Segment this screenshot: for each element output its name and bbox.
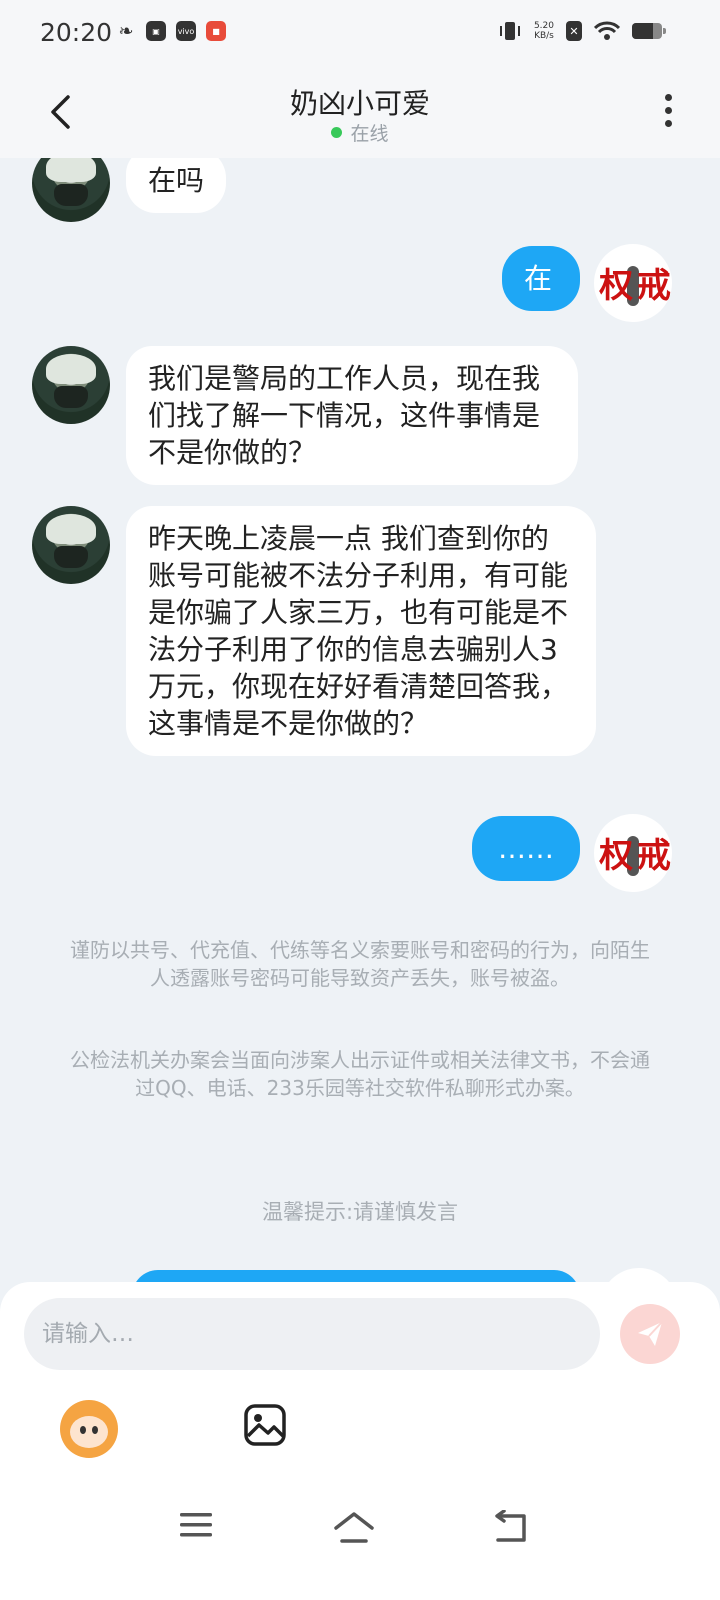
home-icon [334, 1512, 374, 1543]
status-time: 20:20 [40, 18, 113, 47]
app-icon: ■ [206, 21, 226, 41]
mascot-eye-icon [92, 1426, 98, 1434]
emoji-button[interactable] [60, 1400, 118, 1458]
my-avatar[interactable]: 权 戒 [594, 244, 672, 322]
image-icon [244, 1404, 286, 1446]
send-icon [638, 1321, 663, 1346]
contact-avatar[interactable] [32, 346, 110, 424]
image-button[interactable] [243, 1403, 287, 1447]
back-arrow-icon [495, 1509, 526, 1542]
contact-avatar[interactable] [32, 158, 110, 222]
system-nav-bar [0, 1490, 720, 1570]
chat-message-list[interactable]: 在吗 在 权 戒 我们是警局的工作人员，现在我们找了解一下情况，这件事情是不是你… [0, 158, 720, 1298]
net-speed-unit: KB/s [534, 31, 554, 41]
status-left-icons: ❧ ▣ vivo ■ [116, 20, 226, 42]
contact-name: 奶凶小可爱 [289, 87, 430, 120]
home-nav-button[interactable] [332, 1510, 376, 1550]
mascot-face-icon [70, 1416, 108, 1448]
leaf-icon: ❧ [118, 20, 134, 42]
message-bubble-incoming[interactable]: 昨天晚上凌晨一点 我们查到你的账号可能被不法分子利用，有可能是你骗了人家三万，也… [126, 506, 596, 756]
message-bubble-incoming[interactable]: 我们是警局的工作人员，现在我们找了解一下情况，这件事情是不是你做的？ [126, 346, 578, 485]
more-dot-icon [664, 94, 672, 101]
back-nav-button[interactable] [490, 1509, 534, 1550]
net-speed: 5.20 KB/s [534, 21, 554, 41]
message-input-container[interactable] [24, 1298, 600, 1370]
bag-icon: ▣ [146, 21, 166, 41]
online-dot-icon [331, 127, 343, 138]
more-options-button[interactable] [658, 94, 678, 134]
message-bubble-incoming[interactable]: 在吗 [126, 158, 227, 213]
menu-icon [180, 1513, 212, 1537]
more-dot-icon [664, 120, 672, 127]
status-bar: 20:20 ❧ ▣ vivo ■ 5.20 KB/s ✕ [0, 0, 720, 64]
mascot-eye-icon [80, 1426, 86, 1434]
x-icon: ✕ [566, 21, 582, 41]
security-notice: 谨防以共号、代充值、代练等名义索要账号和密码的行为，向陌生人透露账号密码可能导致… [70, 938, 650, 990]
status-right-icons: 5.20 KB/s ✕ [498, 20, 666, 42]
chat-header: 奶凶小可爱 在线 [0, 64, 720, 158]
wifi-icon [594, 21, 620, 40]
net-speed-value: 5.20 [533, 21, 554, 31]
security-notice: 公检法机关办案会当面向涉案人出示证件或相关法律文书，不会通过QQ、电话、233乐… [70, 1048, 650, 1100]
warm-tip: 温馨提示:请谨慎发言 [261, 1200, 459, 1224]
message-bubble-outgoing[interactable]: …… [472, 816, 580, 881]
send-button[interactable] [620, 1304, 680, 1364]
message-input[interactable] [24, 1298, 580, 1370]
vivo-icon: vivo [176, 21, 196, 41]
online-status-label: 在线 [350, 123, 389, 145]
vibrate-icon [499, 22, 520, 40]
my-avatar[interactable]: 权 戒 [594, 814, 672, 892]
menu-nav-button[interactable] [176, 1510, 220, 1550]
online-status: 在线 [0, 119, 720, 146]
battery-icon [632, 23, 666, 39]
message-bubble-outgoing[interactable]: 在 [502, 246, 580, 311]
more-dot-icon [664, 107, 672, 114]
contact-avatar[interactable] [32, 506, 110, 584]
